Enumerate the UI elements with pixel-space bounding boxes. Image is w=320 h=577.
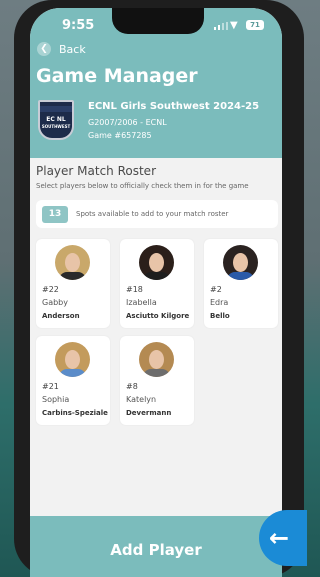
player-first-name: Katelyn (126, 395, 157, 404)
back-button[interactable]: ❮ Back (37, 42, 86, 56)
player-last-name: Devermann (126, 409, 172, 417)
arrow-left-icon[interactable]: ← (259, 510, 307, 566)
status-time: 9:55 (62, 18, 95, 33)
player-number: #2 (210, 285, 222, 294)
player-first-name: Edra (210, 298, 229, 307)
player-card[interactable]: #18 Izabella Asciutto Kilgore (120, 239, 194, 328)
signal-icon (214, 22, 228, 30)
player-card[interactable]: #22 Gabby Anderson (36, 239, 110, 328)
player-avatar (139, 245, 174, 280)
player-avatar (55, 245, 90, 280)
app-screen: 9:55 ▼ 71 ❮ Back Game Manager EC NL SOUTH… (30, 8, 282, 577)
game-number: Game #657285 (88, 131, 152, 140)
add-player-label: Add Player (110, 541, 202, 559)
player-card[interactable]: #8 Katelyn Devermann (120, 336, 194, 425)
player-avatar (223, 245, 258, 280)
spots-available-banner: 13 Spots available to add to your match … (36, 200, 278, 228)
chevron-left-icon: ❮ (37, 42, 51, 56)
player-first-name: Gabby (42, 298, 68, 307)
game-info: ECNL Girls Southwest 2024-25 G2007/2006 … (88, 101, 259, 144)
roster-title: Player Match Roster (36, 164, 156, 178)
camera-notch (112, 8, 204, 34)
battery-icon: 71 (246, 20, 264, 30)
add-player-button[interactable]: Add Player (30, 516, 282, 577)
player-card[interactable]: #21 Sophia Carbins-Speziale (36, 336, 110, 425)
page-title: Game Manager (36, 65, 198, 87)
game-name: ECNL Girls Southwest 2024-25 (88, 101, 260, 112)
spots-count-badge: 13 (42, 205, 68, 223)
player-number: #21 (42, 382, 59, 391)
player-first-name: Izabella (126, 298, 157, 307)
player-number: #8 (126, 382, 138, 391)
player-number: #18 (126, 285, 143, 294)
player-last-name: Asciutto Kilgore (126, 312, 190, 320)
player-avatar (139, 342, 174, 377)
player-number: #22 (42, 285, 59, 294)
header: 9:55 ▼ 71 ❮ Back Game Manager EC NL SOUTH… (30, 8, 282, 158)
player-card[interactable]: #2 Edra Bello (204, 239, 278, 328)
player-last-name: Bello (210, 312, 230, 320)
back-label: Back (59, 42, 86, 56)
roster-subtitle: Select players below to officially check… (36, 182, 249, 190)
player-last-name: Anderson (42, 312, 80, 320)
status-bar: 9:55 ▼ 71 (30, 8, 282, 36)
game-division: G2007/2006 - ECNL (88, 118, 167, 127)
spots-text: Spots available to add to your match ros… (76, 210, 229, 218)
club-crest-logo: EC NL SOUTHWEST (38, 100, 74, 140)
player-first-name: Sophia (42, 395, 70, 404)
player-last-name: Carbins-Speziale (42, 409, 108, 417)
player-avatar (55, 342, 90, 377)
wifi-icon: ▼ (230, 20, 238, 31)
